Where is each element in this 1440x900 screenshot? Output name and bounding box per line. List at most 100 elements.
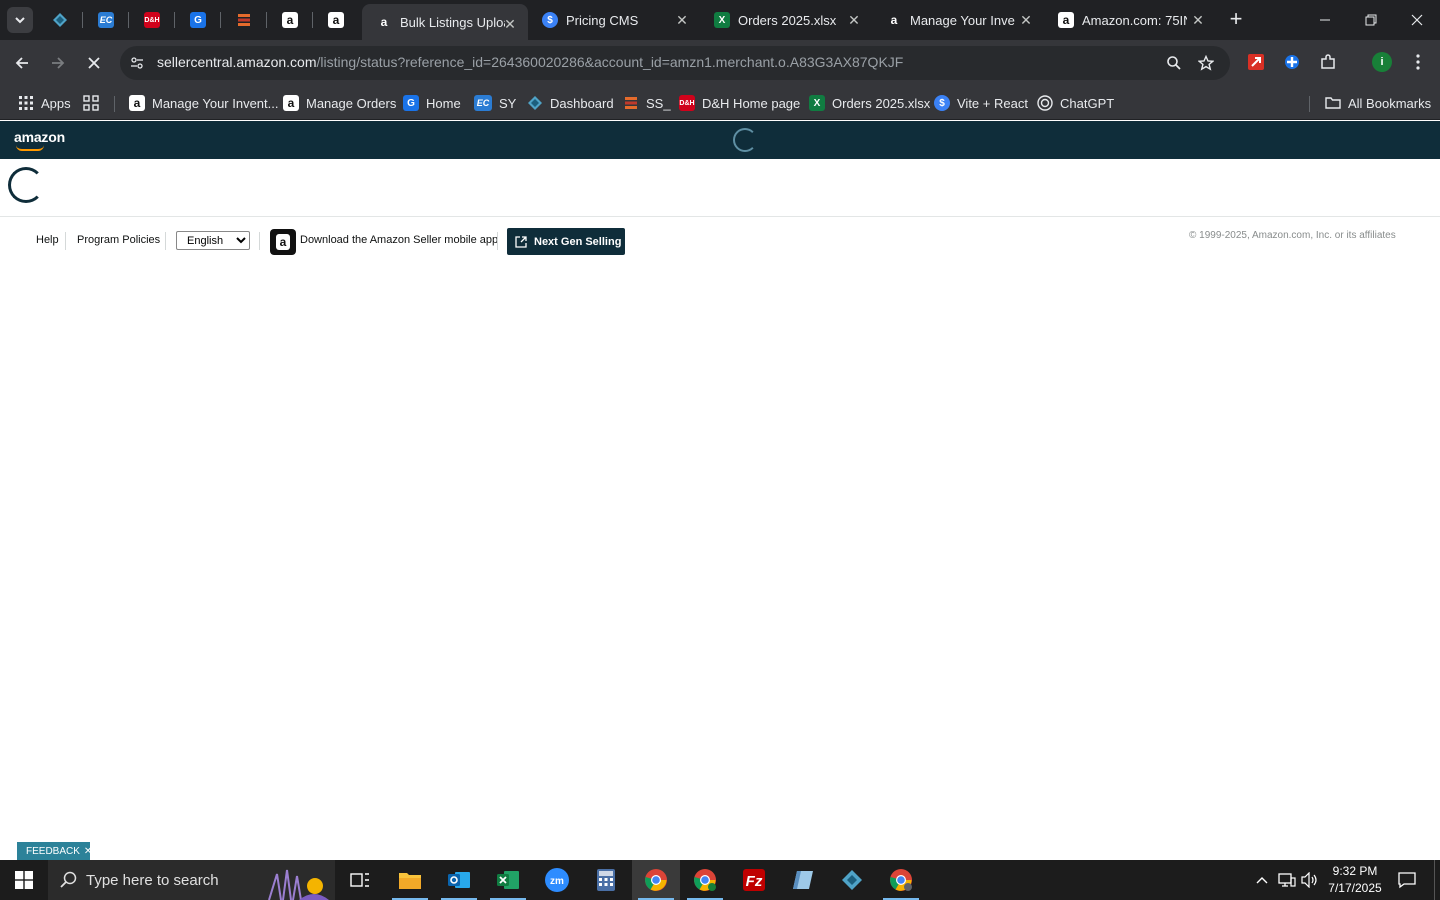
bookmark-tab-groups[interactable] xyxy=(83,92,99,114)
program-policies-link[interactable]: Program Policies xyxy=(77,234,160,246)
amazon-logo[interactable]: amazon xyxy=(14,129,65,145)
pinned-tab-dashboard[interactable] xyxy=(48,8,72,32)
chrome-icon xyxy=(890,869,912,891)
extension-blue[interactable] xyxy=(1281,51,1303,73)
filezilla-icon: Fz xyxy=(743,869,765,891)
browser-toolbar: sellercentral.amazon.com/listing/status?… xyxy=(0,40,1440,86)
pinned-tab-dh[interactable]: D&H xyxy=(140,8,164,32)
extensions-button[interactable] xyxy=(1317,51,1339,73)
pinned-tab-stack[interactable] xyxy=(232,8,256,32)
tab-pricing-cms[interactable]: $ Pricing CMS ✕ xyxy=(528,0,700,40)
bookmark-home[interactable]: G Home xyxy=(403,92,461,114)
taskbar-search-box[interactable]: Type here to search xyxy=(48,860,335,900)
bookmark-dh-home[interactable]: D&H D&H Home page xyxy=(679,92,800,114)
kebab-menu-icon xyxy=(1416,54,1420,70)
taskbar-chrome-profile[interactable] xyxy=(681,860,729,900)
bookmark-dashboard[interactable]: Dashboard xyxy=(527,92,614,114)
address-bar[interactable]: sellercentral.amazon.com/listing/status?… xyxy=(120,46,1230,80)
tab-bulk-listings[interactable]: a Bulk Listings Uploa ✕ xyxy=(362,4,528,40)
bookmark-manage-orders[interactable]: a Manage Orders xyxy=(283,92,396,114)
dollar-icon: $ xyxy=(542,12,558,28)
amazon-icon: a xyxy=(1058,12,1074,28)
bookmark-all-bookmarks[interactable]: All Bookmarks xyxy=(1325,92,1431,114)
chrome-icon xyxy=(645,869,667,891)
close-tab-icon[interactable]: ✕ xyxy=(846,12,862,28)
close-tab-icon[interactable]: ✕ xyxy=(674,12,690,28)
profile-button[interactable]: i xyxy=(1371,51,1393,73)
network-button[interactable] xyxy=(1276,860,1298,900)
zoom-app-icon: zm xyxy=(545,868,569,892)
chrome-menu-button[interactable] xyxy=(1407,51,1429,73)
volume-button[interactable] xyxy=(1300,860,1320,900)
taskbar-chrome-guest[interactable] xyxy=(877,860,925,900)
taskbar-excel[interactable] xyxy=(484,860,532,900)
taskbar-chrome-active[interactable] xyxy=(632,860,680,900)
diamond-app-icon xyxy=(842,870,862,890)
show-hidden-icons-button[interactable] xyxy=(1252,860,1272,900)
forward-button[interactable] xyxy=(44,49,72,77)
grid-icon xyxy=(83,95,99,111)
tab-search-button[interactable] xyxy=(7,7,33,33)
extension-red-arrow[interactable] xyxy=(1245,51,1267,73)
restore-button[interactable] xyxy=(1348,0,1394,40)
tab-title: Bulk Listings Uploa xyxy=(400,14,505,30)
pinned-tab-ec[interactable]: EC xyxy=(94,8,118,32)
language-select[interactable]: English xyxy=(176,231,250,250)
bookmark-manage-inventory[interactable]: a Manage Your Invent... xyxy=(129,92,278,114)
close-tab-icon[interactable]: ✕ xyxy=(1190,12,1206,28)
new-tab-button[interactable]: + xyxy=(1224,8,1248,32)
stop-loading-button[interactable] xyxy=(80,49,108,77)
taskbar-clock[interactable]: 9:32 PM 7/17/2025 xyxy=(1322,863,1388,897)
taskbar-filezilla[interactable]: Fz xyxy=(730,860,778,900)
close-window-button[interactable] xyxy=(1394,0,1440,40)
pinned-tab-g[interactable]: G xyxy=(186,8,210,32)
taskbar-notes-app[interactable] xyxy=(779,860,827,900)
bookmark-apps[interactable]: Apps xyxy=(18,92,71,114)
taskbar-calculator[interactable] xyxy=(582,860,630,900)
bookmark-ss[interactable]: SS_ xyxy=(623,92,671,114)
back-button[interactable] xyxy=(8,49,36,77)
action-center-button[interactable] xyxy=(1394,860,1420,900)
minimize-button[interactable] xyxy=(1302,0,1348,40)
close-tab-icon[interactable]: ✕ xyxy=(1018,12,1034,28)
tab-amazon-75in[interactable]: a Amazon.com: 75IN ✕ xyxy=(1044,0,1216,40)
next-gen-selling-button[interactable]: Next Gen Selling xyxy=(507,228,625,255)
bookmark-label: Dashboard xyxy=(550,95,614,111)
tab-orders-xlsx[interactable]: X Orders 2025.xlsx ✕ xyxy=(700,0,872,40)
taskbar-diamond-app[interactable] xyxy=(828,860,876,900)
pinned-tab-amazon-1[interactable]: a xyxy=(278,8,302,32)
bookmark-label: Apps xyxy=(41,95,71,111)
taskbar-file-explorer[interactable] xyxy=(386,860,434,900)
bookmark-chatgpt[interactable]: ChatGPT xyxy=(1037,92,1114,114)
task-view-button[interactable] xyxy=(336,860,384,900)
pinned-tab-amazon-2[interactable]: a xyxy=(324,8,348,32)
show-desktop-button[interactable] xyxy=(1434,860,1440,900)
close-feedback-icon[interactable]: ✕ xyxy=(84,846,92,857)
bookmark-vite-react[interactable]: $ Vite + React xyxy=(934,92,1028,114)
ec-icon: EC xyxy=(98,12,114,28)
download-app-link[interactable]: Download the Amazon Seller mobile app xyxy=(300,234,498,246)
next-gen-label: Next Gen Selling xyxy=(534,235,622,248)
zoom-icon[interactable] xyxy=(1166,55,1182,71)
bookmark-label: Orders 2025.xlsx xyxy=(832,95,931,111)
start-button[interactable] xyxy=(0,860,48,900)
bookmark-orders-xlsx[interactable]: X Orders 2025.xlsx xyxy=(809,92,930,114)
tab-manage-inventory[interactable]: a Manage Your Inven ✕ xyxy=(872,0,1044,40)
feedback-label: FEEDBACK xyxy=(26,845,80,857)
chrome-icon xyxy=(694,869,716,891)
search-highlight-art-icon xyxy=(268,869,329,900)
taskbar-outlook[interactable] xyxy=(435,860,483,900)
feedback-button[interactable]: FEEDBACK ✕ xyxy=(17,842,92,860)
tab-title: Pricing CMS xyxy=(566,12,639,28)
help-link[interactable]: Help xyxy=(36,234,59,246)
excel-icon: X xyxy=(809,95,825,111)
close-tab-icon[interactable]: ✕ xyxy=(502,16,518,32)
bookmark-star-icon[interactable] xyxy=(1198,55,1214,71)
taskbar-zoom[interactable]: zm xyxy=(533,860,581,900)
bookmark-sy[interactable]: EC SY xyxy=(474,92,516,114)
outlook-icon xyxy=(448,872,470,888)
header-loading-spinner xyxy=(733,128,757,152)
seller-app-icon[interactable]: a xyxy=(270,229,296,255)
amazon-a-icon: a xyxy=(282,12,298,28)
amazon-a-icon: a xyxy=(328,12,344,28)
